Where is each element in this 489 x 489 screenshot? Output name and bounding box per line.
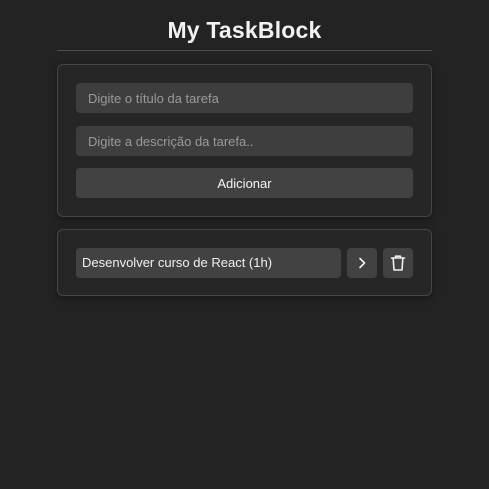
add-task-button[interactable]: Adicionar [76, 168, 413, 198]
page-title: My TaskBlock [167, 17, 322, 43]
task-list: Desenvolver curso de React (1h) [57, 229, 432, 296]
delete-task-button[interactable] [383, 248, 413, 278]
task-title-input[interactable] [76, 83, 413, 113]
task-item-title[interactable]: Desenvolver curso de React (1h) [76, 248, 341, 278]
title-divider [57, 50, 432, 51]
chevron-right-icon [355, 256, 369, 270]
trash-icon [390, 254, 406, 272]
task-description-input[interactable] [76, 126, 413, 156]
add-task-form: Adicionar [57, 64, 432, 217]
app-page: My TaskBlock Adicionar Desenvolver curso… [0, 0, 489, 489]
task-details-button[interactable] [347, 248, 377, 278]
